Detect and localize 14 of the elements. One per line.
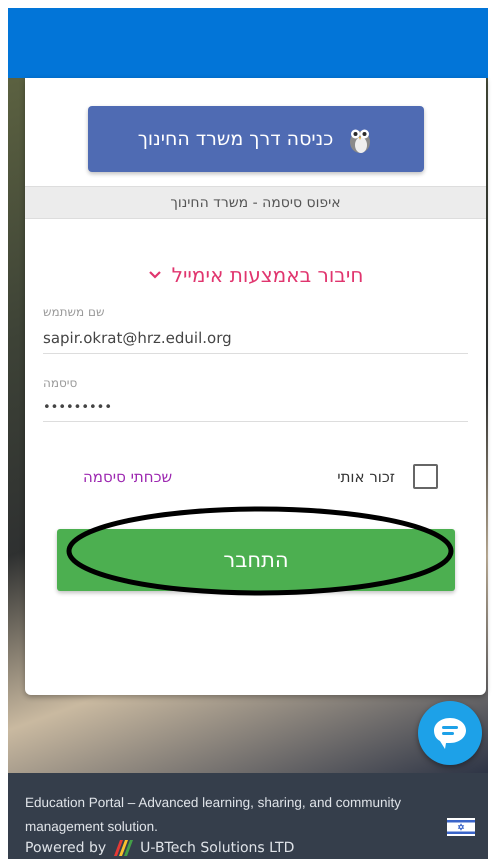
ministry-login-button[interactable]: כניסה דרך משרד החינוך (88, 106, 424, 172)
flag-icon (447, 818, 475, 836)
password-field[interactable]: סיסמה ••••••••• (43, 376, 468, 422)
remember-me-label: זכור אותי (337, 468, 395, 486)
footer-description: Education Portal – Advanced learning, sharing, and community management solution. (25, 794, 402, 836)
chevron-down-icon (148, 270, 162, 280)
remember-checkbox[interactable] (413, 464, 438, 489)
company-name: U-BTech Solutions LTD (140, 839, 294, 857)
reset-password-link[interactable]: איפוס סיסמה - משרד החינוך (25, 186, 486, 219)
powered-by-text: Powered by (25, 839, 106, 857)
chat-button[interactable] (418, 701, 482, 765)
company-logo-icon (112, 840, 134, 856)
email-login-toggle[interactable]: חיבור באמצעות אימייל (148, 263, 364, 287)
forgot-password-link[interactable]: שכחתי סיסמה (83, 468, 172, 486)
